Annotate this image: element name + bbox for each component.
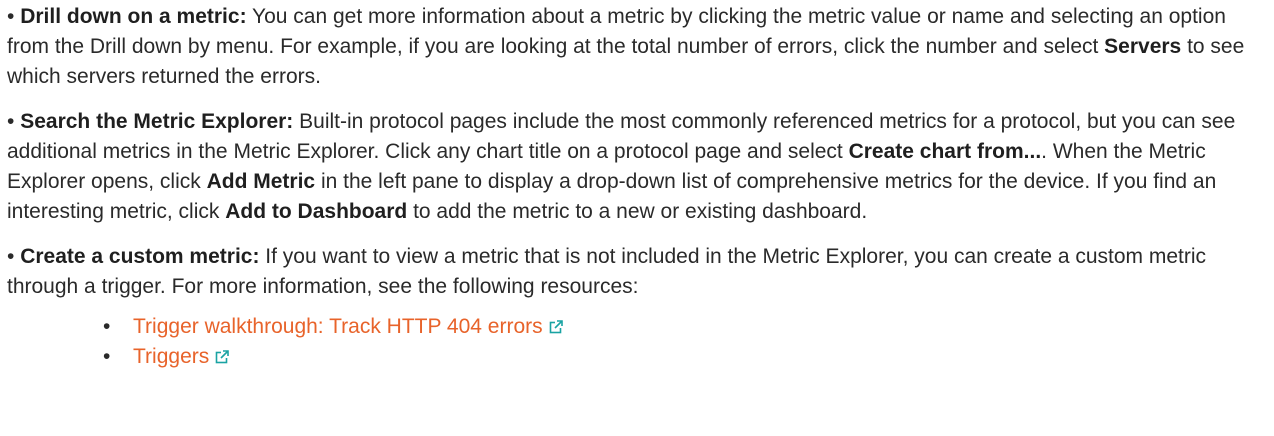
external-link-icon [215,350,230,364]
list-bullet: • [103,315,111,338]
help-content: • Drill down on a metric: You can get mo… [0,2,1274,436]
list-item: • Triggers [7,342,1264,372]
tip-metric-explorer: • Search the Metric Explorer: Built-in p… [7,107,1264,227]
bullet: • [7,245,15,268]
tip-title: Create a custom metric: [20,245,260,268]
servers-term: Servers [1104,35,1182,58]
create-chart-term: Create chart from... [848,140,1042,163]
link-label: Triggers [133,345,210,368]
trigger-walkthrough-link[interactable]: Trigger walkthrough: Track HTTP 404 erro… [133,315,563,338]
tip-custom-metric: • Create a custom metric: If you want to… [7,242,1264,302]
link-label: Trigger walkthrough: Track HTTP 404 erro… [133,315,543,338]
external-link-icon [549,320,563,334]
bullet: • [7,110,15,133]
add-to-dashboard-term: Add to Dashboard [225,200,408,223]
tip-title: Drill down on a metric: [20,5,247,28]
triggers-link[interactable]: Triggers [133,345,230,368]
tip-title: Search the Metric Explorer: [20,110,294,133]
bullet: • [7,5,15,28]
list-item: • Trigger walkthrough: Track HTTP 404 er… [7,312,1264,342]
list-bullet: • [103,345,111,368]
tip-text: to add the metric to a new or existing d… [407,200,868,223]
tip-drill-down: • Drill down on a metric: You can get mo… [7,2,1264,92]
resource-list: • Trigger walkthrough: Track HTTP 404 er… [7,312,1264,372]
add-metric-term: Add Metric [206,170,316,193]
